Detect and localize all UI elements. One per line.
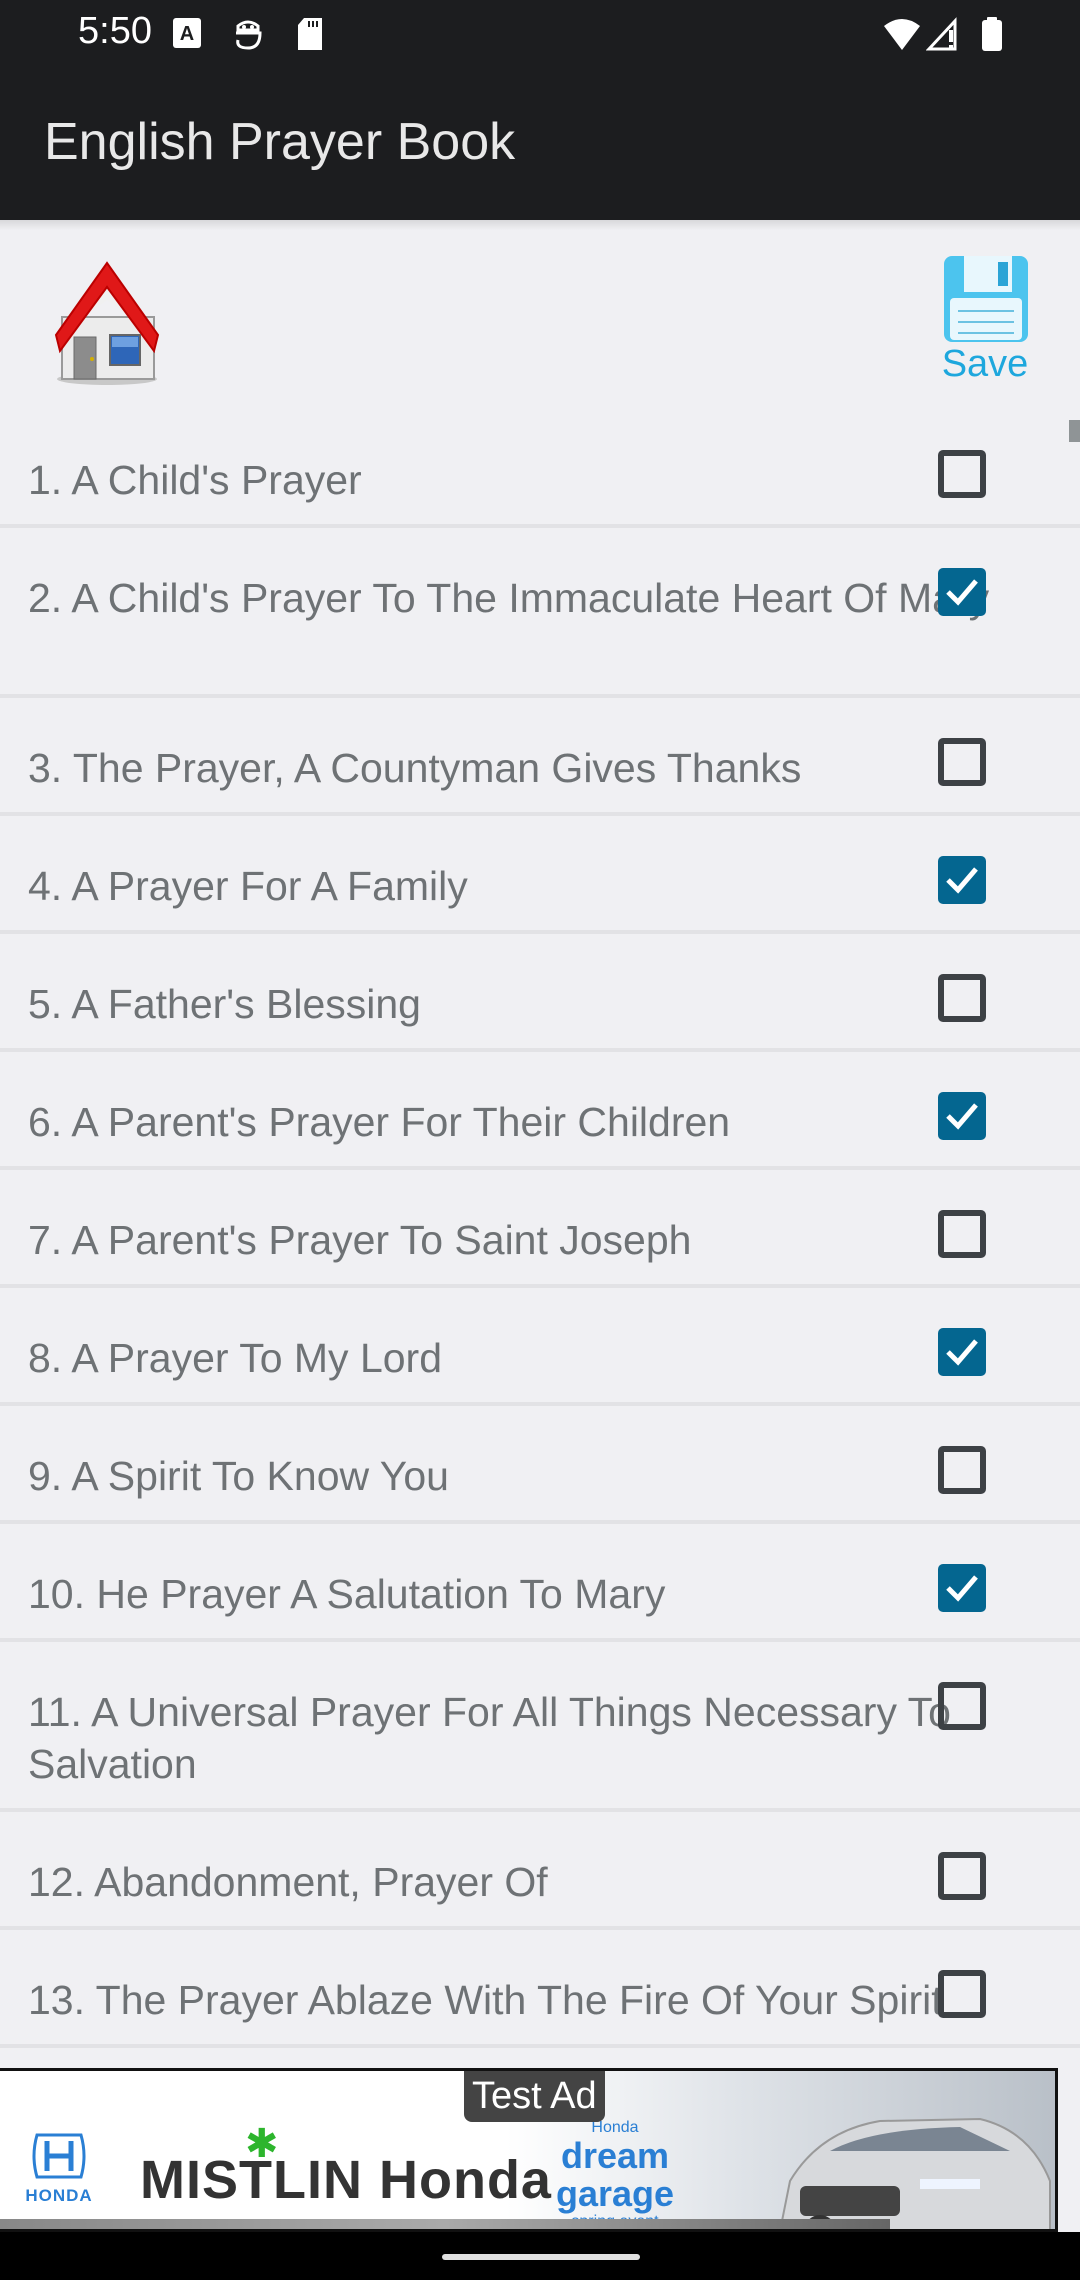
prayer-checkbox[interactable] <box>938 1564 986 1612</box>
prayer-checkbox[interactable] <box>938 450 986 498</box>
prayer-row[interactable]: 7. A Parent's Prayer To Saint Joseph <box>0 1170 1080 1288</box>
prayer-row[interactable]: 8. A Prayer To My Lord <box>0 1288 1080 1406</box>
prayer-row[interactable]: 2. A Child's Prayer To The Immaculate He… <box>0 528 1080 698</box>
ad-event: Honda dream garage spring event <box>500 2119 730 2229</box>
prayer-title: 13. The Prayer Ablaze With The Fire Of Y… <box>28 1977 943 2023</box>
prayer-title: 7. A Parent's Prayer To Saint Joseph <box>28 1217 692 1263</box>
prayer-title: 12. Abandonment, Prayer Of <box>28 1859 548 1905</box>
prayer-checkbox[interactable] <box>938 1852 986 1900</box>
prayer-row[interactable]: 13. The Prayer Ablaze With The Fire Of Y… <box>0 1930 1080 2048</box>
prayer-row[interactable]: 9. A Spirit To Know You <box>0 1406 1080 1524</box>
prayer-title: 9. A Spirit To Know You <box>28 1453 449 1499</box>
app-bar: English Prayer Book <box>0 72 1080 220</box>
prayer-title: 6. A Parent's Prayer For Their Children <box>28 1099 731 1145</box>
prayer-title: 1. A Child's Prayer <box>28 457 362 503</box>
prayer-checkbox[interactable] <box>938 1328 986 1376</box>
prayer-row[interactable]: 4. A Prayer For A Family <box>0 816 1080 934</box>
app-title: English Prayer Book <box>44 113 516 171</box>
prayer-checkbox[interactable] <box>938 1970 986 2018</box>
floppy-disk-icon <box>944 256 1028 342</box>
prayer-row[interactable]: 5. A Father's Blessing <box>0 934 1080 1052</box>
test-ad-badge: Test Ad <box>464 2071 605 2122</box>
status-time: 5:50 <box>78 10 152 52</box>
prayer-row[interactable]: 10. He Prayer A Salutation To Mary <box>0 1524 1080 1642</box>
ad-event-main: dream garage <box>555 2135 675 2214</box>
prayer-checkbox[interactable] <box>938 738 986 786</box>
battery-icon <box>980 16 1004 57</box>
ad-banner[interactable]: HONDA ✱ MISTLIN Honda Honda dream garage… <box>0 2068 1058 2232</box>
status-bar: 5:50 A <box>0 0 1080 72</box>
prayer-title: 5. A Father's Blessing <box>28 981 421 1027</box>
app-bar-shadow <box>0 220 1080 230</box>
prayer-checkbox[interactable] <box>938 856 986 904</box>
prayer-title: 11. A Universal Prayer For All Things Ne… <box>28 1689 951 1787</box>
ad-bottom-bar <box>0 2219 890 2229</box>
prayer-list: 1. A Child's Prayer 2. A Child's Prayer … <box>0 410 1080 2048</box>
prayer-title: 3. The Prayer, A Countyman Gives Thanks <box>28 745 802 791</box>
prayer-checkbox[interactable] <box>938 1446 986 1494</box>
home-gesture-handle[interactable] <box>442 2254 640 2260</box>
prayer-row[interactable]: 6. A Parent's Prayer For Their Children <box>0 1052 1080 1170</box>
ad-brand-name: MISTLIN Honda <box>140 2150 552 2210</box>
prayer-checkbox[interactable] <box>938 568 986 616</box>
car-image <box>779 2117 1051 2229</box>
prayer-row[interactable]: 11. A Universal Prayer For All Things Ne… <box>0 1642 1080 1812</box>
prayer-checkbox[interactable] <box>938 1682 986 1730</box>
android-debug-icon <box>232 16 264 57</box>
svg-text:A: A <box>180 23 194 45</box>
checkmark-icon <box>946 1103 978 1130</box>
checkmark-icon <box>946 1339 978 1366</box>
honda-h-icon <box>32 2133 86 2179</box>
prayer-title: 2. A Child's Prayer To The Immaculate He… <box>28 575 990 621</box>
checkmark-icon <box>946 1575 978 1602</box>
prayer-row[interactable]: 3. The Prayer, A Countyman Gives Thanks <box>0 698 1080 816</box>
prayer-checkbox[interactable] <box>938 1210 986 1258</box>
prayer-checkbox[interactable] <box>938 1092 986 1140</box>
wifi-icon <box>882 16 922 57</box>
prayer-title: 8. A Prayer To My Lord <box>28 1335 443 1381</box>
navigation-bar <box>0 2232 1080 2280</box>
text-a-notification-icon: A <box>172 16 202 55</box>
prayer-row[interactable]: 1. A Child's Prayer <box>0 410 1080 528</box>
sd-card-icon <box>296 16 324 57</box>
signal-no-service-icon <box>925 16 962 57</box>
save-label: Save <box>941 343 1029 385</box>
honda-logo: HONDA <box>14 2131 104 2206</box>
prayer-checkbox[interactable] <box>938 974 986 1022</box>
home-button[interactable] <box>42 255 172 390</box>
checkmark-icon <box>946 579 978 606</box>
prayer-row[interactable]: 12. Abandonment, Prayer Of <box>0 1812 1080 1930</box>
checkmark-icon <box>946 867 978 894</box>
prayer-title: 4. A Prayer For A Family <box>28 863 468 909</box>
save-button[interactable]: Save <box>935 254 1035 385</box>
prayer-title: 10. He Prayer A Salutation To Mary <box>28 1571 666 1617</box>
home-icon <box>54 261 160 385</box>
honda-wordmark: HONDA <box>25 2186 93 2205</box>
